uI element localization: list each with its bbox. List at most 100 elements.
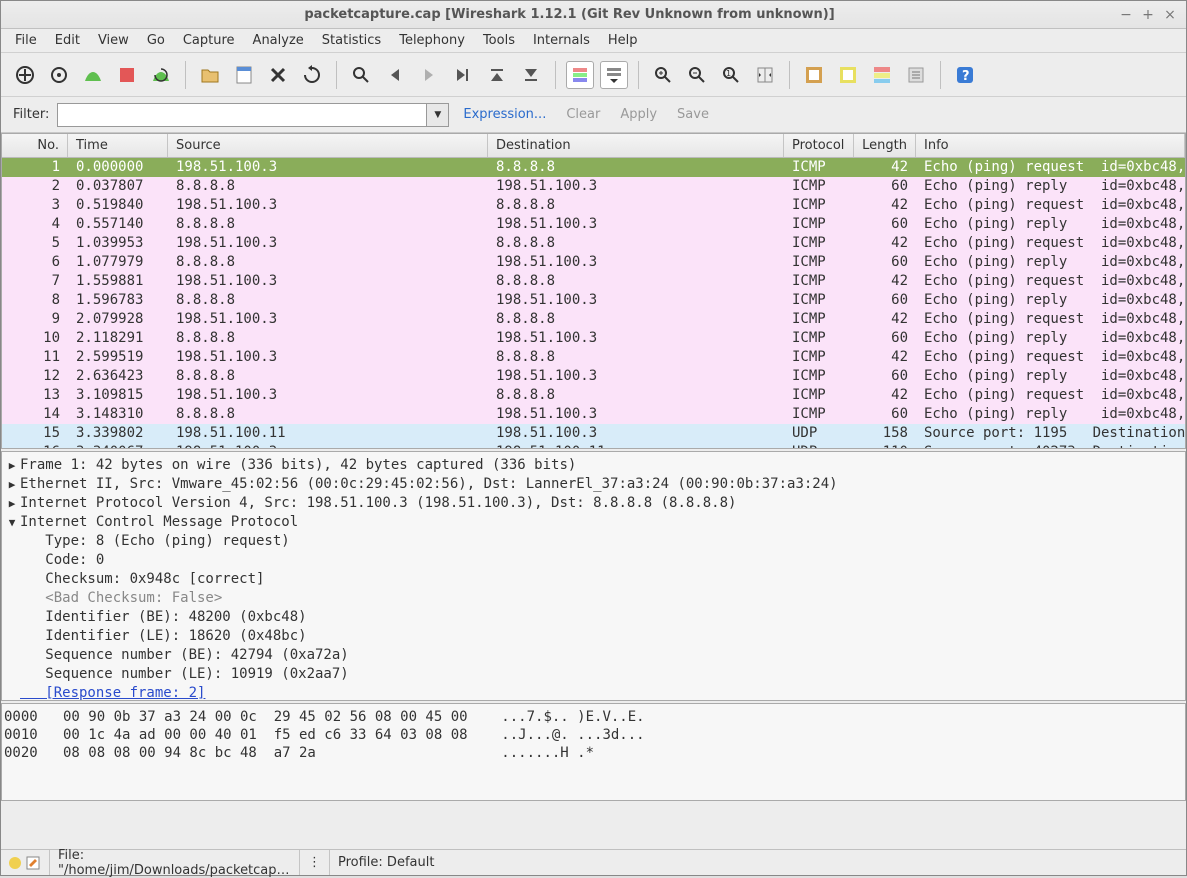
packet-list-header[interactable]: No. Time Source Destination Protocol Len… [2,134,1185,158]
menu-tools[interactable]: Tools [475,31,523,50]
minimize-icon[interactable]: − [1118,7,1134,23]
edit-icon[interactable] [25,855,41,871]
packet-row[interactable]: 122.6364238.8.8.8198.51.100.3ICMP60Echo … [2,367,1185,386]
autoscroll-icon[interactable] [600,61,628,89]
packet-row[interactable]: 92.079928198.51.100.38.8.8.8ICMP42Echo (… [2,310,1185,329]
filter-expression-link[interactable]: Expression... [457,107,552,122]
menu-view[interactable]: View [90,31,137,50]
stop-capture-icon[interactable] [113,61,141,89]
packet-row[interactable]: 61.0779798.8.8.8198.51.100.3ICMP60Echo (… [2,253,1185,272]
reload-icon[interactable] [298,61,326,89]
packet-row[interactable]: 133.109815198.51.100.38.8.8.8ICMP42Echo … [2,386,1185,405]
start-capture-icon[interactable] [79,61,107,89]
detail-line[interactable]: Checksum: 0x948c [correct] [4,570,1183,589]
col-info[interactable]: Info [916,134,1185,157]
packet-row[interactable]: 163.340067198.51.100.3198.51.100.11UDP11… [2,443,1185,448]
go-last-icon[interactable] [517,61,545,89]
menu-file[interactable]: File [7,31,45,50]
detail-text: Ethernet II, Src: Vmware_45:02:56 (00:0c… [20,475,838,494]
preferences-icon[interactable] [902,61,930,89]
packet-row[interactable]: 40.5571408.8.8.8198.51.100.3ICMP60Echo (… [2,215,1185,234]
display-filters-icon[interactable] [834,61,862,89]
packet-row[interactable]: 51.039953198.51.100.38.8.8.8ICMP42Echo (… [2,234,1185,253]
tree-toggle-icon[interactable]: ▼ [4,513,20,532]
packet-row[interactable]: 71.559881198.51.100.38.8.8.8ICMP42Echo (… [2,272,1185,291]
colorize-icon[interactable] [566,61,594,89]
tree-toggle-icon[interactable]: ▶ [4,475,20,494]
detail-line[interactable]: ▶Frame 1: 42 bytes on wire (336 bits), 4… [4,456,1183,475]
packet-row[interactable]: 10.000000198.51.100.38.8.8.8ICMP42Echo (… [2,158,1185,177]
go-back-icon[interactable] [381,61,409,89]
detail-line[interactable]: Sequence number (LE): 10919 (0x2aa7) [4,665,1183,684]
packet-list-pane: No. Time Source Destination Protocol Len… [1,133,1186,449]
titlebar: packetcapture.cap [Wireshark 1.12.1 (Git… [1,1,1186,29]
detail-line[interactable]: <Bad Checksum: False> [4,589,1183,608]
col-destination[interactable]: Destination [488,134,784,157]
main-toolbar: 1 ? [1,53,1186,97]
packet-row[interactable]: 143.1483108.8.8.8198.51.100.3ICMP60Echo … [2,405,1185,424]
col-protocol[interactable]: Protocol [784,134,854,157]
col-no[interactable]: No. [2,134,68,157]
col-source[interactable]: Source [168,134,488,157]
menubar: FileEditViewGoCaptureAnalyzeStatisticsTe… [1,29,1186,53]
go-forward-icon[interactable] [415,61,443,89]
detail-text: Internet Protocol Version 4, Src: 198.51… [20,494,736,513]
menu-capture[interactable]: Capture [175,31,243,50]
tree-toggle-icon[interactable]: ▶ [4,494,20,513]
col-length[interactable]: Length [854,134,916,157]
resize-columns-icon[interactable] [751,61,779,89]
filter-apply-link[interactable]: Apply [614,107,663,122]
menu-go[interactable]: Go [139,31,173,50]
status-profile[interactable]: Profile: Default [330,850,1186,875]
packet-row[interactable]: 30.519840198.51.100.38.8.8.8ICMP42Echo (… [2,196,1185,215]
help-icon[interactable]: ? [951,61,979,89]
zoom-in-icon[interactable] [649,61,677,89]
packet-bytes-pane[interactable]: 0000 00 90 0b 37 a3 24 00 0c 29 45 02 56… [1,703,1186,801]
menu-internals[interactable]: Internals [525,31,598,50]
status-grip[interactable]: ⋮ [300,850,330,875]
maximize-icon[interactable]: + [1140,7,1156,23]
menu-analyze[interactable]: Analyze [245,31,312,50]
save-file-icon[interactable] [230,61,258,89]
filter-save-link[interactable]: Save [671,107,715,122]
detail-line[interactable]: ▼Internet Control Message Protocol [4,513,1183,532]
close-file-icon[interactable] [264,61,292,89]
packet-row[interactable]: 20.0378078.8.8.8198.51.100.3ICMP60Echo (… [2,177,1185,196]
tree-toggle-icon[interactable]: ▶ [4,456,20,475]
packet-row[interactable]: 102.1182918.8.8.8198.51.100.3ICMP60Echo … [2,329,1185,348]
menu-help[interactable]: Help [600,31,646,50]
detail-line[interactable]: ▶Internet Protocol Version 4, Src: 198.5… [4,494,1183,513]
filter-input[interactable] [57,103,427,127]
detail-text: Identifier (BE): 48200 (0xbc48) [20,608,307,627]
coloring-rules-icon[interactable] [868,61,896,89]
detail-line[interactable]: ▶Ethernet II, Src: Vmware_45:02:56 (00:0… [4,475,1183,494]
detail-line[interactable]: Identifier (BE): 48200 (0xbc48) [4,608,1183,627]
go-to-packet-icon[interactable] [449,61,477,89]
detail-line[interactable]: Identifier (LE): 18620 (0x48bc) [4,627,1183,646]
detail-line[interactable]: [Response frame: 2] [4,684,1183,701]
find-icon[interactable] [347,61,375,89]
menu-telephony[interactable]: Telephony [391,31,473,50]
go-first-icon[interactable] [483,61,511,89]
detail-line[interactable]: Code: 0 [4,551,1183,570]
options-icon[interactable] [45,61,73,89]
filter-clear-link[interactable]: Clear [560,107,606,122]
detail-line[interactable]: Sequence number (BE): 42794 (0xa72a) [4,646,1183,665]
open-file-icon[interactable] [196,61,224,89]
zoom-reset-icon[interactable]: 1 [717,61,745,89]
packet-row[interactable]: 112.599519198.51.100.38.8.8.8ICMP42Echo … [2,348,1185,367]
interfaces-icon[interactable] [11,61,39,89]
packet-detail-pane[interactable]: ▶Frame 1: 42 bytes on wire (336 bits), 4… [1,451,1186,701]
expert-info-icon[interactable] [9,857,21,869]
zoom-out-icon[interactable] [683,61,711,89]
restart-capture-icon[interactable] [147,61,175,89]
capture-filters-icon[interactable] [800,61,828,89]
menu-edit[interactable]: Edit [47,31,88,50]
menu-statistics[interactable]: Statistics [314,31,389,50]
filter-dropdown-icon[interactable]: ▼ [427,103,449,127]
close-icon[interactable]: × [1162,7,1178,23]
col-time[interactable]: Time [68,134,168,157]
packet-row[interactable]: 153.339802198.51.100.11198.51.100.3UDP15… [2,424,1185,443]
packet-row[interactable]: 81.5967838.8.8.8198.51.100.3ICMP60Echo (… [2,291,1185,310]
detail-line[interactable]: Type: 8 (Echo (ping) request) [4,532,1183,551]
